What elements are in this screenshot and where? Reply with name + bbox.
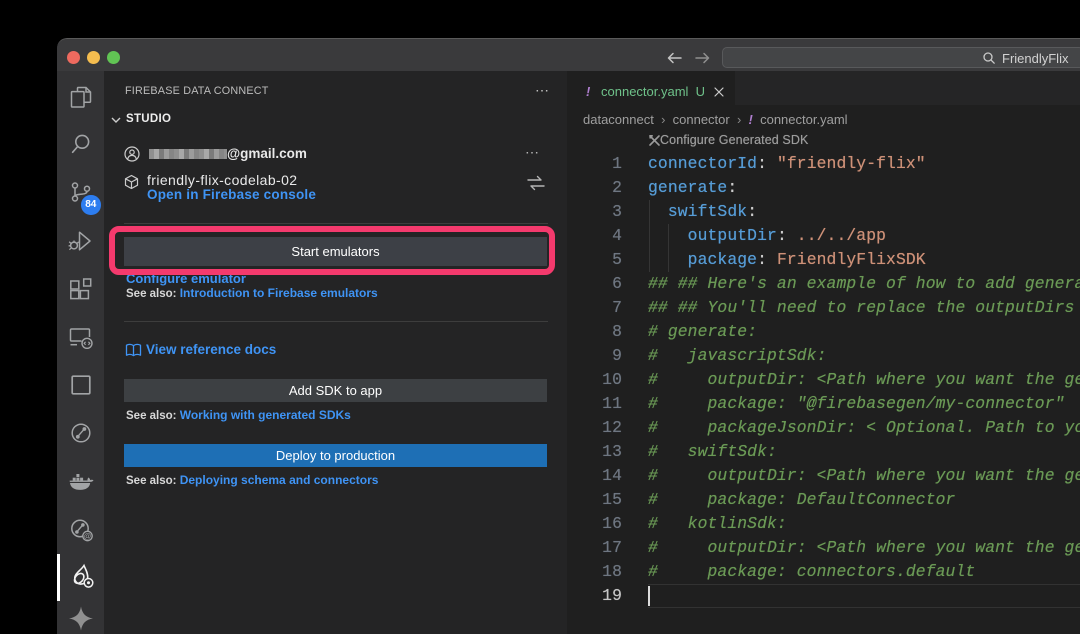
svg-text:@: @ (83, 532, 91, 541)
